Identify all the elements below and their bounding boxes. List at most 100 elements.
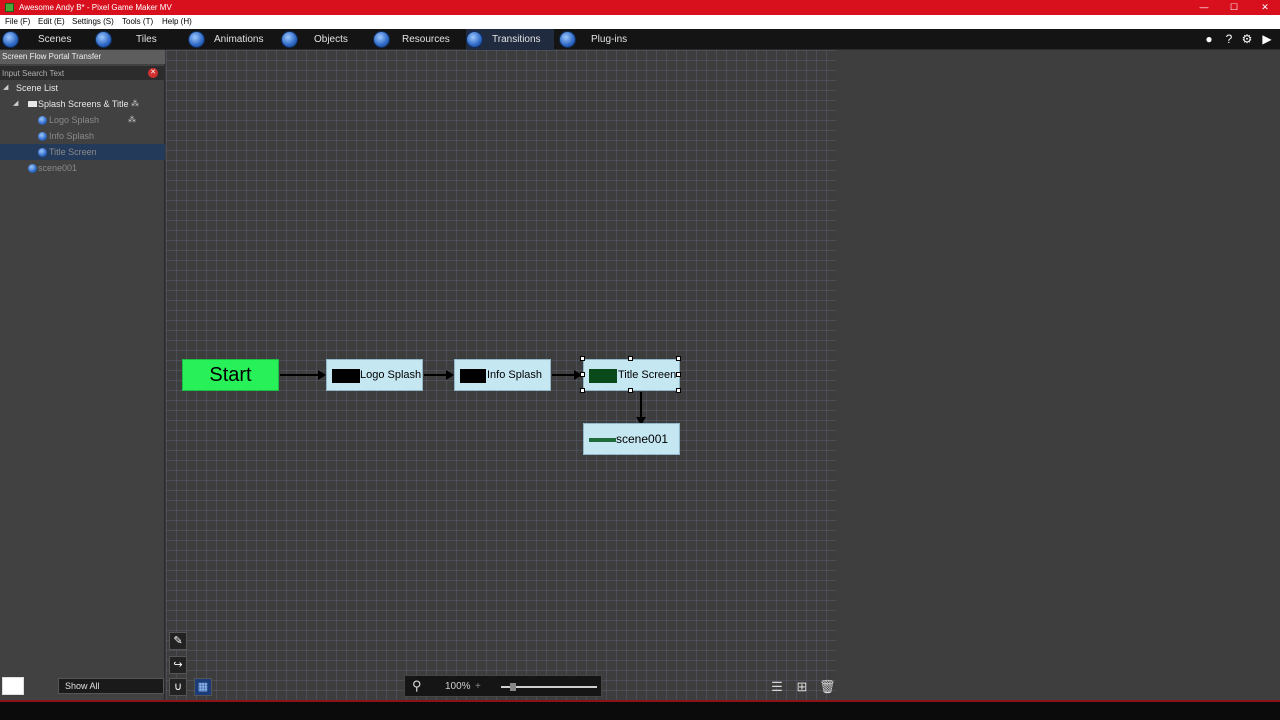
resize-handle[interactable] (580, 372, 585, 377)
tiles-icon (95, 31, 112, 48)
resize-handle[interactable] (676, 356, 681, 361)
magnifier-icon[interactable]: ⚲ (412, 678, 422, 694)
transition-arrow[interactable] (552, 370, 582, 380)
left-panel: Screen Flow Portal Transfer ✕ ◢ Scene Li… (0, 50, 165, 700)
status-bar (0, 700, 1280, 720)
transition-arrow[interactable] (636, 392, 646, 425)
scenes-icon (2, 31, 19, 48)
resize-handle[interactable] (628, 388, 633, 393)
status-divider (0, 700, 1280, 702)
zoom-value: 100% (445, 681, 471, 692)
flow-node-scene001[interactable]: scene001 (583, 423, 680, 455)
app-window: Awesome Andy B* - Pixel Game Maker MV — … (0, 0, 1280, 720)
resize-handle[interactable] (580, 388, 585, 393)
tab-plugins[interactable]: Plug-ins (559, 29, 649, 50)
menu-settings[interactable]: Settings (S) (72, 15, 114, 29)
play-icon[interactable]: ▶ (1260, 32, 1274, 47)
tab-label: Scenes (38, 34, 72, 45)
scene-label: Info Splash (49, 131, 95, 141)
transition-arrow[interactable] (424, 370, 454, 380)
tab-label: Resources (402, 34, 450, 45)
zoom-slider-thumb[interactable] (510, 683, 516, 691)
resize-handle[interactable] (580, 356, 585, 361)
tab-scenes[interactable]: Scenes (2, 29, 92, 50)
app-icon (5, 3, 14, 12)
tree-row-logo-splash[interactable]: Logo Splash ⁂ (0, 112, 165, 128)
pencil-tool-icon[interactable]: ✎ (169, 632, 187, 650)
tab-transitions[interactable]: Transitions (466, 29, 554, 50)
tab-label: Plug-ins (591, 34, 628, 45)
tree-row-folder[interactable]: ◢ Splash Screens & Title ⁂ (0, 96, 165, 112)
panel-header: Screen Flow Portal Transfer (0, 50, 165, 64)
tab-label: Tiles (136, 34, 157, 45)
scene-icon (38, 132, 47, 141)
resources-icon (373, 31, 390, 48)
scene-thumbnail (332, 369, 360, 383)
tab-tiles[interactable]: Tiles (95, 29, 183, 50)
tab-resources[interactable]: Resources (373, 29, 463, 50)
scene-icon (38, 116, 47, 125)
scene-thumbnail (460, 369, 486, 383)
scene-thumbnail (589, 438, 616, 442)
scene-label: Logo Splash (49, 115, 100, 125)
zoom-plus[interactable]: + (475, 676, 481, 698)
record-icon[interactable]: ● (1202, 32, 1216, 47)
animations-icon (188, 31, 205, 48)
minimize-button[interactable]: — (1189, 0, 1219, 15)
bottom-left-controls: Show All (0, 675, 165, 697)
search-row: ✕ (0, 66, 165, 80)
trash-icon[interactable]: 🗑 (819, 679, 836, 695)
scene-icon (28, 164, 37, 173)
flow-node-title-screen[interactable]: Title Screen (583, 359, 680, 391)
folder-icon (28, 101, 37, 107)
transition-arrow[interactable] (280, 370, 326, 380)
toolbar-right: ● ? ⚙ ▶ (1190, 29, 1280, 50)
resize-handle[interactable] (676, 372, 681, 377)
grid-icon[interactable]: ▦ (194, 678, 212, 696)
menu-help[interactable]: Help (H) (162, 15, 192, 29)
tab-label: Objects (314, 34, 348, 45)
scene-icon (38, 148, 47, 157)
menu-file[interactable]: File (F) (5, 15, 30, 29)
show-all-dropdown[interactable]: Show All (58, 678, 164, 694)
tree-row-info-splash[interactable]: Info Splash (0, 128, 165, 144)
flow-node-logo-splash[interactable]: Logo Splash (326, 359, 423, 391)
resize-handle[interactable] (676, 388, 681, 393)
tree-row-scene001[interactable]: scene001 (0, 160, 165, 176)
scene-label: scene001 (38, 163, 78, 173)
gear-icon[interactable]: ⚙ (1240, 32, 1254, 47)
collapse-arrow-icon[interactable]: ◢ (3, 80, 8, 96)
tab-objects[interactable]: Objects (281, 29, 369, 50)
clear-search-icon[interactable]: ✕ (148, 68, 158, 78)
tab-bar: Scenes Tiles Animations Objects Resource… (0, 29, 1280, 50)
maximize-button[interactable]: ☐ (1219, 0, 1249, 15)
search-input[interactable] (2, 67, 147, 79)
view-toggle-button[interactable] (2, 677, 24, 695)
transition-marker-icon: ⁂ (131, 99, 139, 108)
menu-tools[interactable]: Tools (T) (122, 15, 153, 29)
link-tool-icon[interactable]: ↪ (169, 656, 187, 674)
magnet-icon[interactable]: ∪ (169, 678, 187, 696)
tree-row-title-screen[interactable]: Title Screen (0, 144, 165, 160)
flow-node-info-splash[interactable]: Info Splash (454, 359, 551, 391)
node-label: scene001 (616, 432, 669, 446)
close-button[interactable]: ✕ (1250, 0, 1280, 15)
node-label: Info Splash (487, 369, 543, 381)
menu-edit[interactable]: Edit (E) (38, 15, 65, 29)
tree-row-scene-list[interactable]: ◢ Scene List (0, 80, 165, 96)
flow-canvas[interactable]: Start Logo Splash Info Splash Title Scre… (166, 50, 836, 700)
collapse-arrow-icon[interactable]: ◢ (13, 96, 18, 112)
tab-animations[interactable]: Animations (188, 29, 278, 50)
menu-bar: File (F) Edit (E) Settings (S) Tools (T)… (0, 15, 1280, 29)
resize-handle[interactable] (628, 356, 633, 361)
scene-thumbnail (589, 369, 617, 383)
add-folder-icon[interactable]: ⊞ (794, 679, 810, 695)
transitions-icon (466, 31, 483, 48)
help-icon[interactable]: ? (1222, 32, 1236, 47)
list-icon[interactable]: ☰ (769, 679, 785, 695)
start-node[interactable]: Start (182, 359, 279, 391)
scene-label: Title Screen (49, 147, 97, 157)
scene-list-label: Scene List (16, 83, 59, 93)
plugins-icon (559, 31, 576, 48)
transition-marker-icon: ⁂ (128, 115, 136, 124)
